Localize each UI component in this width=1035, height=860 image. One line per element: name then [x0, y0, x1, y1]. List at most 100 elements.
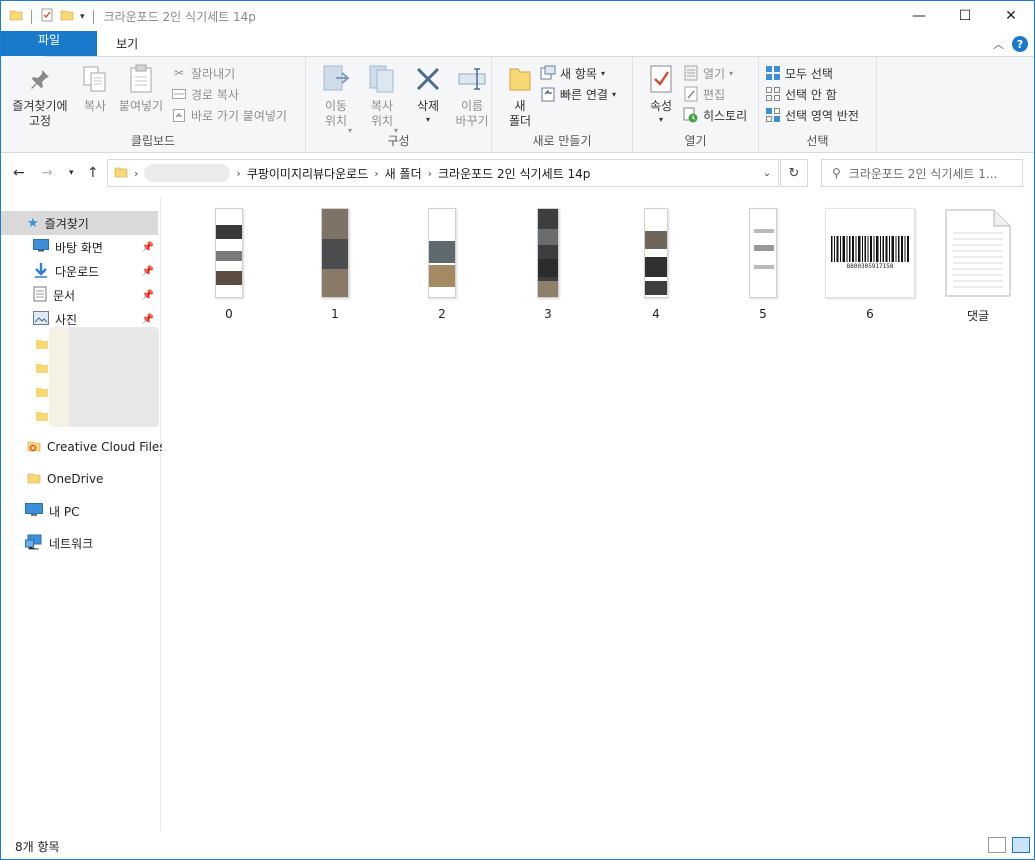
sidebar-item-label: 사진 [55, 312, 78, 327]
file-item[interactable]: 2 [394, 205, 490, 321]
copy-path-label: 경로 복사 [191, 87, 239, 102]
sidebar-item-onedrive[interactable]: OneDrive [1, 467, 158, 491]
sidebar-item-this-pc[interactable]: 내 PC [1, 499, 158, 523]
chevron-right-icon[interactable]: › [428, 167, 432, 180]
back-arrow-icon[interactable]: ← [13, 165, 25, 181]
clipboard-group: 즐겨찾기에 고정 복사 붙여넣기 ✂ 잘라내기 경로 복사 바로 가기 붙여넣기… [1, 57, 306, 153]
edit-button[interactable]: 편집 [683, 84, 725, 104]
close-button[interactable]: ✕ [988, 1, 1034, 31]
new-item-icon [540, 65, 556, 81]
sidebar-item-downloads[interactable]: 다운로드 📌 [1, 259, 158, 283]
easy-access-dropdown-icon: ▾ [611, 89, 616, 99]
sidebar-item-label: 다운로드 [55, 264, 100, 279]
chevron-right-icon[interactable]: › [374, 167, 378, 180]
minimize-button[interactable]: — [896, 1, 942, 31]
tab-view[interactable]: 보기 [100, 31, 154, 56]
image-strip-thumbnail [215, 208, 243, 298]
properties-button[interactable]: 속성 ▾ [633, 63, 689, 126]
file-item[interactable]: 0 [181, 205, 277, 321]
history-button[interactable]: 히스토리 [683, 105, 747, 125]
pin-icon[interactable]: 📌 [142, 290, 154, 301]
breadcrumb-item[interactable]: 쿠팡이미지리뷰다운로드 [247, 165, 368, 182]
pin-icon[interactable]: 📌 [142, 266, 154, 277]
select-all-icon [765, 65, 781, 81]
address-dropdown-icon[interactable]: ⌄ [756, 160, 778, 186]
image-thumbnail [181, 205, 277, 301]
select-none-button[interactable]: 선택 안 함 [765, 84, 837, 104]
breadcrumb-item[interactable]: 새 폴더 [385, 165, 422, 182]
paste-shortcut-button[interactable]: 바로 가기 붙여넣기 [171, 105, 287, 125]
select-all-button[interactable]: 모두 선택 [765, 63, 833, 83]
image-thumbnail [608, 205, 704, 301]
search-placeholder: 크라운포드 2인 식기세트 1... [848, 166, 998, 181]
maximize-button[interactable]: ☐ [942, 1, 988, 31]
ribbon-tabs: 파일 홈 공유 보기 ︿ ? [1, 31, 1034, 57]
file-item[interactable]: 3 [500, 205, 596, 321]
invert-selection-label: 선택 영역 반전 [785, 108, 859, 123]
file-item[interactable]: 4 [608, 205, 704, 321]
star-icon: ★ [27, 215, 39, 231]
search-box[interactable]: ⚲ 크라운포드 2인 식기세트 1... [821, 159, 1023, 187]
up-arrow-icon[interactable]: ↑ [87, 165, 99, 181]
new-item-button[interactable]: 새 항목 ▾ [540, 63, 605, 83]
copy-path-button[interactable]: 경로 복사 [171, 84, 239, 104]
file-item[interactable]: 5 [715, 205, 811, 321]
collapse-ribbon-icon[interactable]: ︿ [993, 36, 1004, 52]
sidebar-item-network[interactable]: 네트워크 [1, 531, 158, 555]
new-folder-label: 새 폴더 [508, 99, 532, 128]
forward-arrow-icon[interactable]: → [41, 165, 53, 181]
sidebar-item-documents[interactable]: 문서 📌 [1, 283, 158, 307]
rename-icon [456, 63, 488, 95]
text-document-icon [930, 205, 1026, 301]
window-controls: — ☐ ✕ [896, 1, 1034, 31]
file-item[interactable]: 1 [287, 205, 383, 321]
open-icon [683, 65, 699, 81]
chevron-right-icon[interactable]: › [236, 167, 240, 180]
copy-to-icon [366, 63, 398, 95]
image-strip-thumbnail [321, 208, 349, 298]
sidebar-item-quick-access[interactable]: ★ 즐겨찾기 [1, 211, 158, 235]
pictures-icon [33, 310, 49, 328]
invert-selection-icon [765, 107, 781, 123]
help-icon[interactable]: ? [1012, 36, 1028, 52]
pin-icon [24, 63, 56, 95]
refresh-button[interactable]: ↻ [780, 159, 808, 187]
edit-icon [683, 86, 699, 102]
select-group-label: 선택 [806, 134, 829, 148]
file-name: 댓글 [966, 309, 990, 323]
details-view-icon[interactable] [988, 837, 1006, 853]
paste-button[interactable]: 붙여넣기 [113, 63, 169, 114]
file-name: 5 [759, 307, 767, 321]
large-icons-view-icon[interactable] [1012, 837, 1030, 853]
new-folder-icon[interactable] [60, 8, 74, 25]
open-button[interactable]: 열기 ▾ [683, 63, 733, 83]
properties-check-icon[interactable] [40, 8, 54, 25]
customize-dropdown-icon[interactable]: ▾ [80, 12, 85, 22]
select-group: 모두 선택 선택 안 함 선택 영역 반전 선택 [759, 57, 877, 153]
recent-locations-dropdown-icon[interactable]: ▾ [69, 168, 74, 178]
tab-file[interactable]: 파일 [1, 31, 97, 56]
open-group: 속성 ▾ 열기 ▾ 편집 히스토리 열기 [633, 57, 759, 153]
status-bar: 8개 항목 [1, 833, 1034, 859]
image-thumbnail [500, 205, 596, 301]
sidebar-item-desktop[interactable]: 바탕 화면 📌 [1, 235, 158, 259]
invert-selection-button[interactable]: 선택 영역 반전 [765, 105, 859, 125]
pin-icon[interactable]: 📌 [142, 314, 154, 325]
chevron-right-icon[interactable]: › [134, 167, 138, 180]
file-item[interactable]: 8800305917158 6 [822, 205, 918, 321]
address-bar[interactable]: › › 쿠팡이미지리뷰다운로드 › 새 폴더 › 크라운포드 2인 식기세트 1… [107, 159, 779, 187]
history-icon [683, 107, 699, 123]
breadcrumb-item[interactable]: 크라운포드 2인 식기세트 14p [438, 165, 590, 182]
file-item[interactable]: 댓글 [930, 205, 1026, 324]
image-thumbnail [287, 205, 383, 301]
computer-icon [25, 502, 43, 520]
easy-access-button[interactable]: 빠른 연결 ▾ [540, 84, 616, 104]
pin-to-quick-access-button[interactable]: 즐겨찾기에 고정 [5, 63, 75, 129]
document-icon [33, 286, 47, 305]
edit-label: 편집 [703, 87, 726, 102]
paste-label: 붙여넣기 [118, 99, 164, 113]
sidebar-item-creative-cloud[interactable]: Creative Cloud Files [1, 435, 166, 459]
cut-button[interactable]: ✂ 잘라내기 [171, 63, 235, 83]
desktop-icon [33, 239, 49, 255]
pin-icon[interactable]: 📌 [142, 242, 154, 253]
